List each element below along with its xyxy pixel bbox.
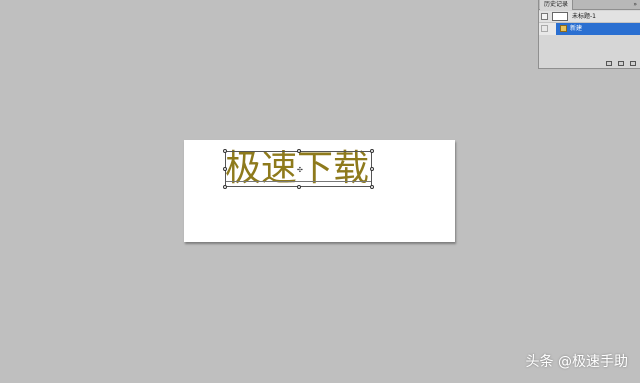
watermark: 头条 @极速手助 bbox=[525, 354, 628, 370]
selected-highlight bbox=[556, 23, 640, 35]
brush-source-icon-empty[interactable] bbox=[541, 25, 548, 32]
transform-handle-bottom-right[interactable] bbox=[370, 185, 374, 189]
history-snapshot-row[interactable]: 未标题-1 bbox=[539, 11, 640, 23]
transform-handle-bottom-left[interactable] bbox=[223, 185, 227, 189]
panel-footer bbox=[606, 61, 636, 66]
transform-handle-top-right[interactable] bbox=[370, 149, 374, 153]
transform-handle-top-left[interactable] bbox=[223, 149, 227, 153]
snapshot-label: 未标题-1 bbox=[572, 13, 596, 20]
transform-center-icon[interactable]: ✣ bbox=[297, 167, 303, 174]
brush-source-icon[interactable] bbox=[541, 13, 548, 20]
step-label: 新建 bbox=[570, 25, 583, 32]
new-document-from-state-icon[interactable] bbox=[606, 61, 612, 66]
panel-tabbar: 历史记录 » bbox=[539, 0, 640, 10]
tab-history[interactable]: 历史记录 bbox=[540, 0, 574, 10]
document-canvas[interactable]: 极速下载 ✣ bbox=[184, 140, 455, 242]
history-step-row[interactable]: 新建 bbox=[539, 23, 640, 35]
transform-handle-middle-right[interactable] bbox=[370, 167, 374, 171]
transform-handle-middle-left[interactable] bbox=[223, 167, 227, 171]
new-document-step-icon bbox=[560, 25, 567, 32]
transform-handle-bottom-center[interactable] bbox=[297, 185, 301, 189]
history-panel: 历史记录 » 未标题-1 新建 bbox=[538, 0, 640, 69]
panel-menu-icon[interactable]: » bbox=[633, 0, 637, 10]
text-baseline bbox=[226, 181, 371, 182]
transform-bounding-box[interactable]: ✣ bbox=[223, 149, 374, 189]
create-snapshot-icon[interactable] bbox=[618, 61, 624, 66]
delete-icon[interactable] bbox=[630, 61, 636, 66]
transform-handle-top-center[interactable] bbox=[297, 149, 301, 153]
snapshot-thumbnail bbox=[552, 12, 568, 21]
